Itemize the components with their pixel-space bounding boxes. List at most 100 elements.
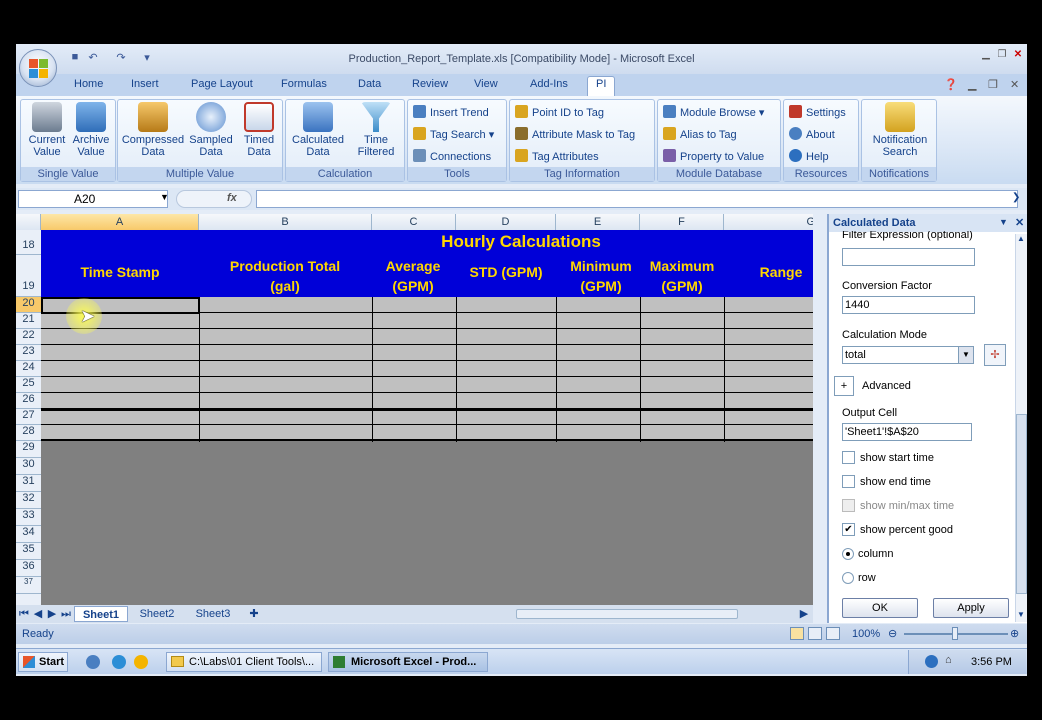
taskbar-excel-window[interactable]: Microsoft Excel - Prod...: [328, 652, 488, 672]
next-sheet-icon[interactable]: ▶: [46, 606, 58, 622]
row-header[interactable]: 36: [16, 560, 41, 577]
start-button[interactable]: Start: [18, 652, 68, 672]
chevron-down-icon[interactable]: ▼: [958, 347, 973, 363]
customize-qat-icon[interactable]: ▾: [140, 51, 154, 65]
row-header[interactable]: 18: [16, 230, 41, 255]
row-header[interactable]: 31: [16, 475, 41, 492]
table-row[interactable]: [41, 345, 813, 361]
row-header[interactable]: 22: [16, 329, 41, 345]
apply-button[interactable]: Apply: [933, 598, 1009, 618]
tray-network-icon[interactable]: ⌂: [945, 654, 952, 666]
column-header-a[interactable]: A: [41, 214, 199, 230]
about-button[interactable]: About: [789, 127, 835, 143]
column-header-e[interactable]: E: [556, 214, 640, 230]
column-header-b[interactable]: B: [199, 214, 372, 230]
row-header[interactable]: 29: [16, 441, 41, 458]
row-header[interactable]: 23: [16, 345, 41, 361]
output-cell-input[interactable]: 'Sheet1'!$A$20: [842, 423, 972, 441]
filter-expression-input[interactable]: [842, 248, 975, 266]
calculated-data-button[interactable]: Calculated Data: [288, 102, 348, 158]
tab-insert[interactable]: Insert: [131, 78, 159, 94]
scroll-up-icon[interactable]: ▲: [1017, 234, 1025, 243]
table-row[interactable]: [41, 425, 813, 441]
tab-review[interactable]: Review: [412, 78, 448, 94]
save-icon[interactable]: ■: [68, 51, 82, 65]
pane-scroll-thumb[interactable]: [1016, 414, 1027, 594]
row-header[interactable]: 26: [16, 393, 41, 409]
redo-icon[interactable]: ↷: [114, 51, 128, 65]
attribute-mask-button[interactable]: Attribute Mask to Tag: [515, 127, 635, 143]
property-to-value-button[interactable]: Property to Value: [663, 149, 764, 165]
column-header-d[interactable]: D: [456, 214, 556, 230]
ribbon-restore-icon[interactable]: ❐: [988, 78, 998, 94]
row-header[interactable]: 27: [16, 409, 41, 425]
normal-view-icon[interactable]: [790, 627, 804, 640]
fx-icon[interactable]: fx: [227, 192, 237, 204]
table-row[interactable]: [41, 393, 813, 409]
conversion-factor-input[interactable]: 1440: [842, 296, 975, 314]
tab-formulas[interactable]: Formulas: [281, 78, 327, 94]
table-row[interactable]: [41, 409, 813, 425]
point-id-to-tag-button[interactable]: Point ID to Tag: [515, 105, 604, 121]
row-header[interactable]: 35: [16, 543, 41, 560]
tag-search-button[interactable]: Tag Search ▾: [413, 127, 494, 143]
show-percent-good-checkbox[interactable]: ✔: [842, 523, 855, 536]
alias-to-tag-button[interactable]: Alias to Tag: [663, 127, 737, 143]
compressed-data-button[interactable]: Compressed Data: [120, 102, 186, 158]
row-header[interactable]: 19: [16, 255, 41, 297]
table-row[interactable]: [41, 313, 813, 329]
row-header[interactable]: 30: [16, 458, 41, 475]
undo-icon[interactable]: ↶: [86, 51, 100, 65]
table-row[interactable]: [41, 329, 813, 345]
settings-button[interactable]: Settings: [789, 105, 846, 121]
worksheet-grid[interactable]: A B C D E F G 18 19 20 21 22 23 24 25 26…: [16, 214, 813, 605]
column-header-c[interactable]: C: [372, 214, 456, 230]
office-button[interactable]: [19, 49, 57, 87]
mode-picker-icon[interactable]: ✢: [984, 344, 1006, 366]
close-icon[interactable]: ✕: [1011, 49, 1025, 61]
zoom-in-icon[interactable]: ⊕: [1010, 627, 1019, 640]
tab-add-ins[interactable]: Add-Ins: [530, 78, 568, 94]
first-sheet-icon[interactable]: ⏮: [18, 606, 30, 622]
name-box-dropdown-icon[interactable]: ▼: [160, 192, 169, 202]
page-layout-view-icon[interactable]: [808, 627, 822, 640]
ribbon-minimize-icon[interactable]: ▁: [968, 78, 976, 94]
pane-scrollbar[interactable]: ▲ ▼: [1015, 234, 1027, 622]
column-radio[interactable]: [842, 548, 854, 560]
show-start-time-checkbox[interactable]: [842, 451, 855, 464]
quicklaunch-messenger-icon[interactable]: [134, 655, 148, 669]
row-header[interactable]: 21: [16, 313, 41, 329]
pane-menu-icon[interactable]: ▼: [999, 217, 1008, 227]
row-header[interactable]: 34: [16, 526, 41, 543]
table-row[interactable]: [41, 361, 813, 377]
tab-page-layout[interactable]: Page Layout: [191, 78, 253, 94]
expand-advanced-icon[interactable]: +: [834, 376, 854, 396]
module-browse-button[interactable]: Module Browse ▾: [663, 105, 764, 121]
scroll-right-icon[interactable]: ▶: [798, 606, 810, 622]
current-value-button[interactable]: Current Value: [25, 102, 69, 158]
show-end-time-checkbox[interactable]: [842, 475, 855, 488]
archive-value-button[interactable]: Archive Value: [69, 102, 113, 158]
calculation-mode-select[interactable]: total ▼: [842, 346, 974, 364]
tab-data[interactable]: Data: [358, 78, 381, 94]
maximize-icon[interactable]: ❐: [995, 49, 1009, 61]
connections-button[interactable]: Connections: [413, 149, 491, 165]
notification-search-button[interactable]: Notification Search: [864, 102, 936, 158]
zoom-slider-thumb[interactable]: [952, 627, 958, 640]
scroll-down-icon[interactable]: ▼: [1017, 610, 1025, 619]
row-header[interactable]: 32: [16, 492, 41, 509]
tab-home[interactable]: Home: [74, 78, 103, 94]
sheet-tab-sheet2[interactable]: Sheet2: [130, 606, 184, 622]
zoom-level[interactable]: 100%: [852, 628, 880, 640]
clock[interactable]: 3:56 PM: [971, 656, 1012, 668]
tab-view[interactable]: View: [474, 78, 498, 94]
prev-sheet-icon[interactable]: ◀: [32, 606, 44, 622]
row-header[interactable]: 25: [16, 377, 41, 393]
selected-cell-a20[interactable]: [41, 297, 200, 314]
quicklaunch-browser-icon[interactable]: [112, 655, 126, 669]
row-header[interactable]: 37: [16, 577, 41, 594]
tag-attributes-button[interactable]: Tag Attributes: [515, 149, 599, 165]
column-header-f[interactable]: F: [640, 214, 724, 230]
formula-input[interactable]: [256, 190, 1018, 208]
insert-sheet-icon[interactable]: ✚: [244, 606, 264, 622]
